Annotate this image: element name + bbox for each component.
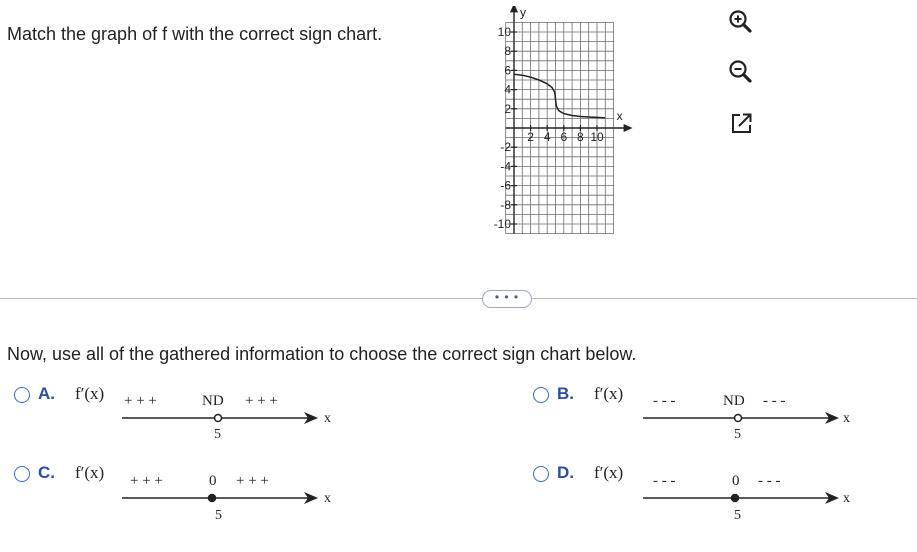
- option-c-signs-right: + + +: [236, 473, 269, 489]
- x-axis-label: x: [617, 109, 623, 123]
- section-divider: [0, 298, 917, 299]
- option-d-var: x: [843, 491, 850, 506]
- option-d-function: f′(x): [594, 463, 624, 482]
- y-tick-label: 6: [504, 63, 511, 77]
- zoom-in-icon: [729, 10, 752, 33]
- x-tick-label: 4: [544, 130, 551, 144]
- option-b-point-label: 5: [734, 427, 741, 442]
- option-d-closed-point: [730, 493, 740, 503]
- zoom-out-icon: [729, 60, 752, 83]
- option-a-number-line: [122, 412, 318, 424]
- option-d-point-label: 5: [734, 508, 741, 523]
- x-axis-arrow: [623, 124, 633, 132]
- option-c-number-line: [122, 492, 318, 504]
- option-b-number-line: [643, 412, 839, 424]
- y-axis-label: y: [520, 6, 526, 19]
- option-b-mid: ND: [723, 393, 745, 409]
- option-d-signs-right: - - -: [758, 473, 781, 489]
- option-a-point-label: 5: [214, 427, 221, 442]
- y-tick-label: -8: [500, 198, 511, 212]
- function-curve: [513, 73, 606, 119]
- option-a-var: x: [324, 411, 331, 426]
- option-a-function: f′(x): [75, 384, 105, 403]
- new-window-icon: [732, 113, 752, 133]
- new-window-button[interactable]: [729, 111, 755, 137]
- zoom-in-button[interactable]: [727, 8, 753, 34]
- option-b[interactable]: B. f′(x) - - - ND - - - x 5: [533, 383, 863, 443]
- y-tick-label: 8: [504, 44, 511, 58]
- option-c-point-label: 5: [215, 508, 222, 523]
- prompt-text: Now, use all of the gathered information…: [7, 344, 637, 364]
- option-a-signs-right: + + +: [245, 393, 278, 409]
- option-c-var: x: [324, 491, 331, 506]
- y-tick-label: -6: [500, 179, 511, 193]
- option-c-signs-left: + + +: [130, 473, 163, 489]
- zoom-out-button[interactable]: [727, 58, 753, 84]
- option-c-function: f′(x): [75, 463, 105, 482]
- radio-c[interactable]: [14, 466, 30, 482]
- option-c-mid: 0: [209, 473, 217, 489]
- y-tick-label: -2: [500, 140, 511, 154]
- option-d-mid: 0: [732, 473, 740, 489]
- function-graph: yx2 4 6 8 10108642-2-4-6-8-10: [494, 6, 633, 235]
- option-d-number-line: [643, 492, 839, 504]
- option-c[interactable]: C. f′(x) + + + 0 + + + x 5: [14, 462, 334, 528]
- option-b-signs-right: - - -: [763, 393, 786, 409]
- option-a-letter: A.: [38, 384, 55, 403]
- option-b-open-point: [733, 413, 743, 423]
- x-tick-label: 8: [577, 130, 584, 144]
- option-a-open-point: [213, 413, 223, 423]
- x-tick-label: 2: [527, 130, 534, 144]
- option-c-closed-point: [207, 493, 217, 503]
- y-tick-label: 4: [504, 83, 511, 97]
- x-tick-label: 6: [560, 130, 567, 144]
- option-a[interactable]: A. f′(x) + + + ND + + + x 5: [14, 383, 334, 443]
- option-c-letter: C.: [38, 463, 55, 482]
- y-tick-label: 10: [498, 25, 512, 39]
- option-b-function: f′(x): [594, 384, 624, 403]
- radio-d[interactable]: [533, 466, 549, 482]
- y-tick-label: 2: [504, 102, 511, 116]
- option-d-letter: D.: [557, 463, 574, 482]
- option-d-signs-left: - - -: [653, 473, 676, 489]
- more-button[interactable]: • • •: [482, 290, 532, 308]
- y-tick-label: -4: [500, 159, 511, 173]
- radio-a[interactable]: [14, 387, 30, 403]
- x-tick-label: 10: [590, 130, 604, 144]
- option-b-letter: B.: [557, 384, 574, 403]
- option-d[interactable]: D. f′(x) - - - 0 - - - x 5: [533, 462, 863, 528]
- question-text: Match the graph of f with the correct si…: [7, 24, 383, 44]
- y-axis-arrow: [510, 6, 518, 13]
- y-tick-label: -10: [494, 217, 512, 231]
- option-b-signs-left: - - -: [653, 393, 676, 409]
- radio-b[interactable]: [533, 387, 549, 403]
- option-a-mid: ND: [202, 393, 224, 409]
- option-a-signs-left: + + +: [124, 393, 157, 409]
- option-b-var: x: [843, 411, 850, 426]
